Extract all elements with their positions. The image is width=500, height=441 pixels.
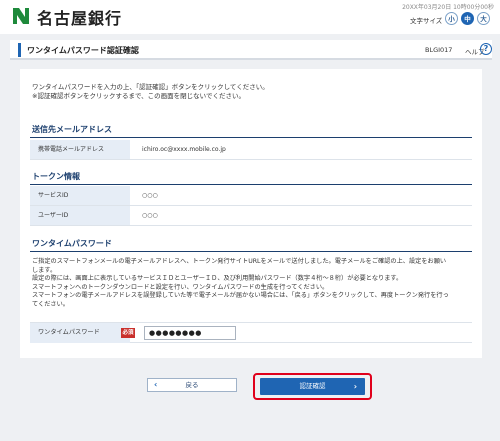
intro-line: ワンタイムパスワードを入力の上、「認証確認」ボタンをクリックしてください。 <box>32 83 269 91</box>
back-button[interactable]: ‹ 戻る <box>147 378 237 392</box>
confirm-button-highlight: 認証確認 › <box>253 373 372 400</box>
confirm-button[interactable]: 認証確認 › <box>260 378 365 395</box>
screen-id: BLGI017 <box>425 46 453 54</box>
font-size-label: 文字サイズ <box>410 17 443 25</box>
destination-row: 携帯電話メールアドレス ichiro.oc@xxxx.mobile.co.jp <box>30 140 472 160</box>
intro-line: ※認証確認ボタンをクリックするまで、この画面を閉じないでください。 <box>32 92 245 100</box>
otp-field-row: ワンタイムパスワード 必須 ●●●●●●●● <box>30 322 472 343</box>
otp-desc-line: スマートフォンの電子メールアドレスを誤登録していた等で電子メールが届かない場合に… <box>32 292 449 299</box>
otp-description: ご指定のスマートフォンメールの電子メールアドレスへ、トークン発行サイトURLをメ… <box>32 258 472 309</box>
required-badge: 必須 <box>121 328 135 338</box>
intro-text: ワンタイムパスワードを入力の上、「認証確認」ボタンをクリックしてください。 ※認… <box>32 83 269 101</box>
main-panel: ワンタイムパスワードを入力の上、「認証確認」ボタンをクリックしてください。 ※認… <box>20 69 482 358</box>
help-icon[interactable]: ? <box>480 43 492 55</box>
mobile-email-label: 携帯電話メールアドレス <box>30 140 130 159</box>
bank-name: 名古屋銀行 <box>37 9 123 28</box>
mobile-email-value: ichiro.oc@xxxx.mobile.co.jp <box>142 146 226 153</box>
font-size-large-button[interactable]: 大 <box>477 12 490 25</box>
otp-desc-line: します。 <box>32 266 57 274</box>
confirm-button-label: 認証確認 <box>299 382 326 390</box>
top-bar: 名古屋銀行 20XX年03月20日 10時00分00秒 文字サイズ 小 中 大 <box>0 0 500 34</box>
back-button-label: 戻る <box>185 381 199 389</box>
otp-heading: ワンタイムパスワード <box>30 238 472 252</box>
page-title: ワンタイムパスワード認証確認 <box>27 46 139 55</box>
font-size-medium-button[interactable]: 中 <box>461 12 474 25</box>
otp-input[interactable]: ●●●●●●●● <box>144 326 236 340</box>
destination-heading: 送信先メールアドレス <box>30 124 472 138</box>
service-id-row: サービスID ○○○ <box>30 186 472 206</box>
title-accent <box>18 43 21 57</box>
otp-desc-line: 設定の際には、画面上に表示しているサービスＩＤとユーザーＩＤ、及び利用開始パスワ… <box>32 275 403 282</box>
bank-logo-icon <box>10 5 32 27</box>
user-id-row: ユーザーID ○○○ <box>30 206 472 226</box>
otp-field-label: ワンタイムパスワード <box>30 323 130 343</box>
font-size-small-button[interactable]: 小 <box>445 12 458 25</box>
service-id-label: サービスID <box>30 186 130 205</box>
current-datetime: 20XX年03月20日 10時00分00秒 <box>402 4 494 11</box>
chevron-left-icon: ‹ <box>154 380 158 389</box>
button-area <box>20 358 482 418</box>
service-id-value: ○○○ <box>142 192 158 199</box>
user-id-label: ユーザーID <box>30 206 130 225</box>
otp-desc-line: ご指定のスマートフォンメールの電子メールアドレスへ、トークン発行サイトURLをメ… <box>32 258 447 265</box>
user-id-value: ○○○ <box>142 212 158 219</box>
otp-desc-line: てください。 <box>32 300 69 308</box>
otp-desc-line: スマートフォンへのトークンダウンロードと設定を行い、ワンタイムパスワードの生成を… <box>32 283 329 291</box>
chevron-right-icon: › <box>353 382 357 391</box>
token-heading: トークン情報 <box>30 171 472 185</box>
page-title-bar: ワンタイムパスワード認証確認 BLGI017 ヘルプ ? <box>10 40 492 60</box>
